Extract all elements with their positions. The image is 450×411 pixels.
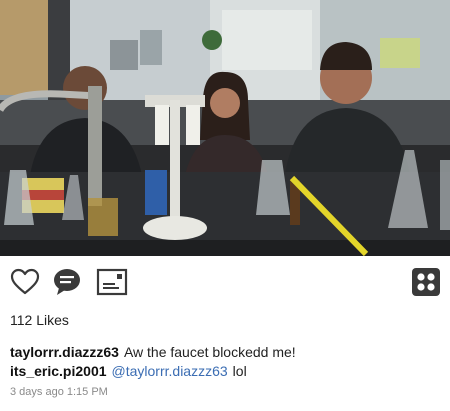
comment-text: Aw the faucet blockedd me! (123, 344, 296, 360)
comment-mention[interactable]: @taylorrr.diazzz63 (112, 363, 228, 379)
comment-username[interactable]: taylorrr.diazzz63 (10, 344, 119, 360)
like-button[interactable] (9, 268, 41, 300)
heart-icon (10, 268, 40, 301)
post-photo[interactable] (0, 0, 450, 256)
comment-text: lol (232, 363, 247, 379)
post-card-icon (96, 268, 128, 301)
share-button[interactable] (96, 268, 128, 300)
comment-button[interactable] (51, 268, 83, 300)
comment-row: taylorrr.diazzz63 Aw the faucet blockedd … (10, 344, 296, 360)
lab-group-photo (0, 0, 450, 256)
four-dots-grid-icon (411, 267, 441, 302)
speech-bubble-icon (52, 267, 82, 302)
likes-count[interactable]: 112 Likes (10, 312, 69, 328)
comment-username[interactable]: its_eric.pi2001 (10, 363, 107, 379)
comment-row: its_eric.pi2001 @taylorrr.diazzz63 lol (10, 363, 247, 379)
post-timestamp: 3 days ago 1:15 PM (10, 386, 108, 398)
more-options-button[interactable] (410, 267, 442, 302)
post-action-bar (0, 256, 450, 312)
